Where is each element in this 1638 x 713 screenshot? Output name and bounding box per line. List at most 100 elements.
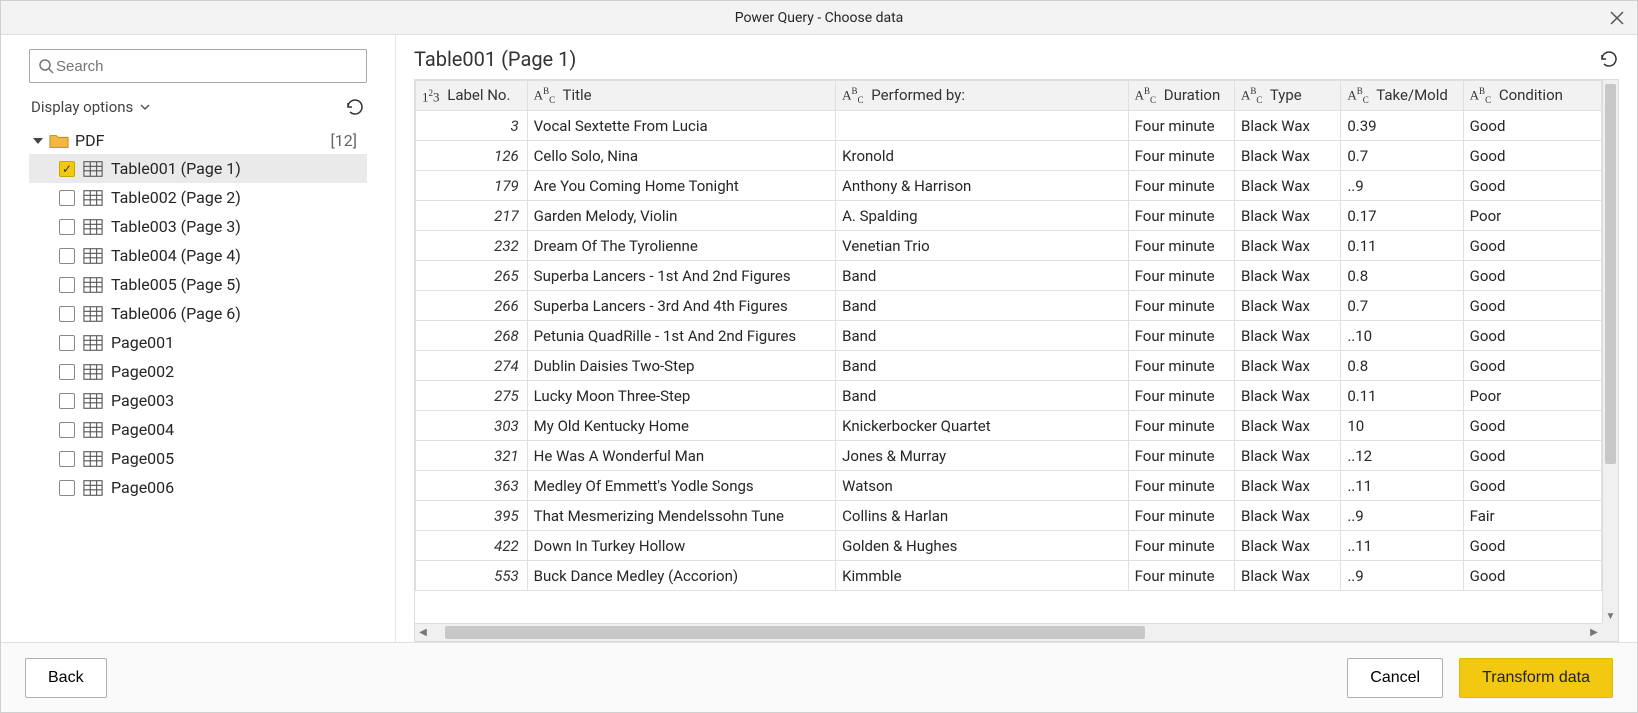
table-cell[interactable]: Four minute bbox=[1128, 231, 1234, 261]
table-cell[interactable]: Four minute bbox=[1128, 111, 1234, 141]
tree-item-page002[interactable]: Page002 bbox=[29, 357, 367, 386]
table-cell[interactable]: Good bbox=[1463, 141, 1601, 171]
table-cell[interactable]: Down In Turkey Hollow bbox=[527, 531, 835, 561]
table-cell[interactable]: Four minute bbox=[1128, 441, 1234, 471]
table-cell[interactable]: Four minute bbox=[1128, 201, 1234, 231]
table-cell[interactable]: A. Spalding bbox=[836, 201, 1129, 231]
table-cell[interactable]: Four minute bbox=[1128, 141, 1234, 171]
table-cell[interactable]: Anthony & Harrison bbox=[836, 171, 1129, 201]
table-cell[interactable]: Kronold bbox=[836, 141, 1129, 171]
table-cell[interactable]: Venetian Trio bbox=[836, 231, 1129, 261]
table-cell[interactable]: Band bbox=[836, 291, 1129, 321]
table-cell[interactable]: Four minute bbox=[1128, 411, 1234, 441]
scroll-down-icon[interactable]: ▼ bbox=[1603, 609, 1618, 623]
table-cell[interactable]: Four minute bbox=[1128, 501, 1234, 531]
table-cell[interactable]: Four minute bbox=[1128, 261, 1234, 291]
table-cell[interactable]: Four minute bbox=[1128, 291, 1234, 321]
table-cell[interactable]: He Was A Wonderful Man bbox=[527, 441, 835, 471]
table-cell[interactable]: ..9 bbox=[1341, 171, 1463, 201]
tree-item-checkbox[interactable] bbox=[59, 364, 75, 380]
table-row[interactable]: 179Are You Coming Home TonightAnthony & … bbox=[416, 171, 1602, 201]
table-cell[interactable]: 321 bbox=[416, 441, 528, 471]
table-cell[interactable]: Four minute bbox=[1128, 561, 1234, 591]
table-row[interactable]: 232Dream Of The TyrolienneVenetian TrioF… bbox=[416, 231, 1602, 261]
cancel-button[interactable]: Cancel bbox=[1347, 658, 1443, 698]
search-box[interactable] bbox=[29, 49, 367, 83]
table-cell[interactable]: Garden Melody, Violin bbox=[527, 201, 835, 231]
refresh-preview-icon[interactable] bbox=[1599, 49, 1619, 69]
table-cell[interactable]: Black Wax bbox=[1234, 441, 1340, 471]
column-header-type[interactable]: ABC Type bbox=[1234, 81, 1340, 111]
tree-item-page006[interactable]: Page006 bbox=[29, 473, 367, 502]
table-cell[interactable]: Black Wax bbox=[1234, 531, 1340, 561]
table-cell[interactable]: Black Wax bbox=[1234, 261, 1340, 291]
table-row[interactable]: 422Down In Turkey HollowGolden & HughesF… bbox=[416, 531, 1602, 561]
table-row[interactable]: 266Superba Lancers - 3rd And 4th Figures… bbox=[416, 291, 1602, 321]
table-row[interactable]: 303My Old Kentucky HomeKnickerbocker Qua… bbox=[416, 411, 1602, 441]
table-cell[interactable]: Buck Dance Medley (Accorion) bbox=[527, 561, 835, 591]
table-cell[interactable]: Black Wax bbox=[1234, 381, 1340, 411]
tree-item-checkbox[interactable] bbox=[59, 480, 75, 496]
table-cell[interactable]: Good bbox=[1463, 231, 1601, 261]
column-header-label-no-[interactable]: 123 Label No. bbox=[416, 81, 528, 111]
tree-item-page001[interactable]: Page001 bbox=[29, 328, 367, 357]
tree-item-checkbox[interactable] bbox=[59, 422, 75, 438]
table-cell[interactable]: 275 bbox=[416, 381, 528, 411]
table-cell[interactable]: Good bbox=[1463, 351, 1601, 381]
horizontal-scrollbar[interactable]: ◀ ▶ bbox=[415, 623, 1602, 641]
table-cell[interactable]: 265 bbox=[416, 261, 528, 291]
table-row[interactable]: 553Buck Dance Medley (Accorion)KimmbleFo… bbox=[416, 561, 1602, 591]
table-cell[interactable]: 0.17 bbox=[1341, 201, 1463, 231]
table-cell[interactable]: Good bbox=[1463, 291, 1601, 321]
tree-item-page003[interactable]: Page003 bbox=[29, 386, 367, 415]
table-cell[interactable]: Poor bbox=[1463, 201, 1601, 231]
table-row[interactable]: 3Vocal Sextette From LuciaFour minuteBla… bbox=[416, 111, 1602, 141]
table-cell[interactable]: Black Wax bbox=[1234, 231, 1340, 261]
table-row[interactable]: 217Garden Melody, ViolinA. SpaldingFour … bbox=[416, 201, 1602, 231]
column-header-take-mold[interactable]: ABC Take/Mold bbox=[1341, 81, 1463, 111]
table-cell[interactable]: ..11 bbox=[1341, 471, 1463, 501]
table-cell[interactable]: My Old Kentucky Home bbox=[527, 411, 835, 441]
horizontal-scroll-thumb[interactable] bbox=[445, 626, 1145, 639]
table-cell[interactable]: 179 bbox=[416, 171, 528, 201]
table-cell[interactable]: 126 bbox=[416, 141, 528, 171]
transform-data-button[interactable]: Transform data bbox=[1459, 658, 1613, 698]
table-cell[interactable]: 274 bbox=[416, 351, 528, 381]
table-cell[interactable]: Good bbox=[1463, 321, 1601, 351]
tree-item-table001-page-1-[interactable]: Table001 (Page 1) bbox=[29, 154, 367, 183]
table-cell[interactable]: Jones & Murray bbox=[836, 441, 1129, 471]
close-button[interactable] bbox=[1607, 8, 1627, 28]
table-row[interactable]: 395That Mesmerizing Mendelssohn TuneColl… bbox=[416, 501, 1602, 531]
table-cell[interactable]: Four minute bbox=[1128, 471, 1234, 501]
table-cell[interactable]: ..10 bbox=[1341, 321, 1463, 351]
table-cell[interactable]: 395 bbox=[416, 501, 528, 531]
table-cell[interactable]: Watson bbox=[836, 471, 1129, 501]
table-cell[interactable]: That Mesmerizing Mendelssohn Tune bbox=[527, 501, 835, 531]
refresh-icon[interactable] bbox=[345, 97, 365, 117]
tree-item-checkbox[interactable] bbox=[59, 248, 75, 264]
tree-item-page005[interactable]: Page005 bbox=[29, 444, 367, 473]
tree-item-table006-page-6-[interactable]: Table006 (Page 6) bbox=[29, 299, 367, 328]
table-cell[interactable]: Collins & Harlan bbox=[836, 501, 1129, 531]
table-cell[interactable]: Vocal Sextette From Lucia bbox=[527, 111, 835, 141]
tree-root-pdf[interactable]: PDF [12] bbox=[29, 127, 367, 154]
table-cell[interactable]: Are You Coming Home Tonight bbox=[527, 171, 835, 201]
tree-item-checkbox[interactable] bbox=[59, 306, 75, 322]
table-cell[interactable]: 217 bbox=[416, 201, 528, 231]
table-row[interactable]: 363Medley Of Emmett's Yodle SongsWatsonF… bbox=[416, 471, 1602, 501]
table-cell[interactable]: Dream Of The Tyrolienne bbox=[527, 231, 835, 261]
vertical-scroll-thumb[interactable] bbox=[1605, 84, 1616, 464]
column-header-title[interactable]: ABC Title bbox=[527, 81, 835, 111]
column-header-condition[interactable]: ABC Condition bbox=[1463, 81, 1601, 111]
table-cell[interactable]: Good bbox=[1463, 261, 1601, 291]
tree-item-checkbox[interactable] bbox=[59, 190, 75, 206]
table-cell[interactable]: Good bbox=[1463, 441, 1601, 471]
table-cell[interactable]: 0.11 bbox=[1341, 381, 1463, 411]
table-cell[interactable]: Good bbox=[1463, 171, 1601, 201]
table-cell[interactable]: Superba Lancers - 3rd And 4th Figures bbox=[527, 291, 835, 321]
table-cell[interactable]: Four minute bbox=[1128, 351, 1234, 381]
table-cell[interactable]: Black Wax bbox=[1234, 411, 1340, 441]
table-cell[interactable]: 422 bbox=[416, 531, 528, 561]
table-cell[interactable]: 0.11 bbox=[1341, 231, 1463, 261]
vertical-scrollbar[interactable]: ▲ ▼ bbox=[1602, 80, 1618, 623]
